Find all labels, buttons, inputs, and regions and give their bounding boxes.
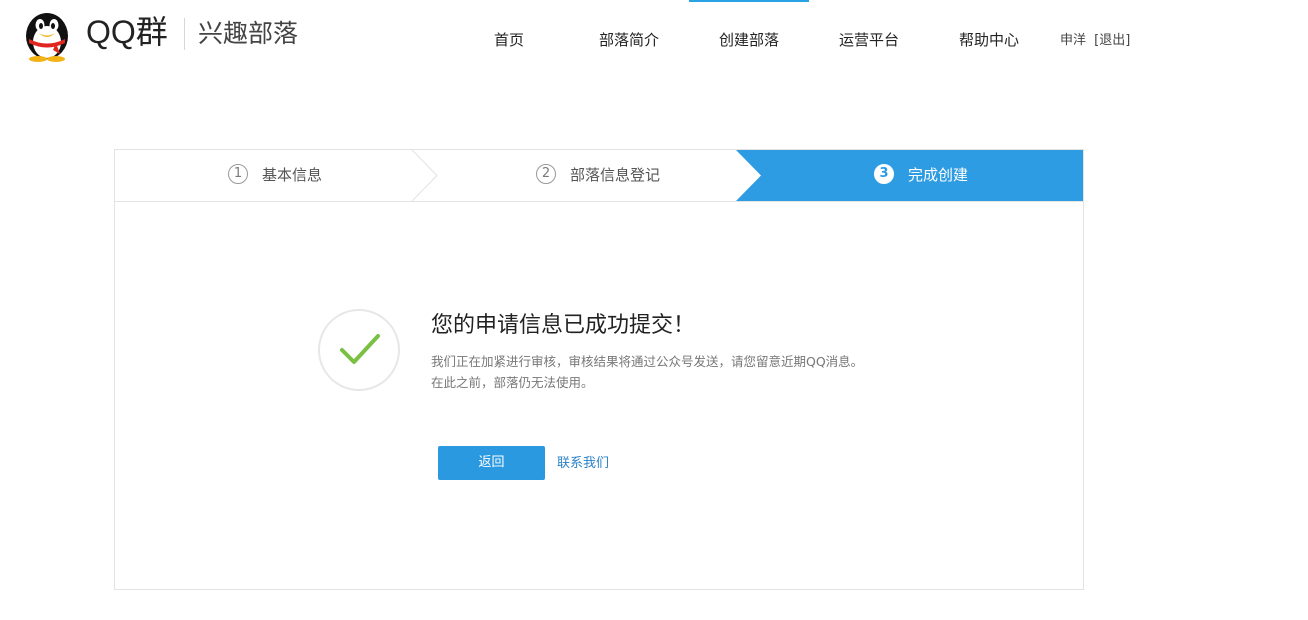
- step-number: 1: [228, 163, 248, 184]
- step-complete: 3 完成创建: [874, 150, 968, 201]
- success-description: 我们正在加紧进行审核，审核结果将通过公众号发送，请您留意近期QQ消息。 在此之前…: [431, 351, 895, 393]
- step-label: 基本信息: [262, 166, 323, 184]
- step-label: 完成创建: [908, 166, 969, 184]
- qq-penguin-logo[interactable]: [22, 6, 72, 62]
- brand-subtitle: 兴趣部落: [198, 19, 299, 48]
- nav-item-about[interactable]: 部落简介: [569, 0, 689, 80]
- description-line: 我们正在加紧进行审核，审核结果将通过公众号发送，请您留意近期QQ消息。: [431, 354, 864, 369]
- top-header: QQ群 兴趣部落 首页 部落简介 创建部落 运营平台 帮助中心 申洋 [退出]: [0, 0, 1308, 80]
- nav-item-operations[interactable]: 运营平台: [809, 0, 929, 80]
- back-button[interactable]: 返回: [438, 446, 545, 480]
- contact-us-link[interactable]: 联系我们: [557, 455, 609, 473]
- create-tribe-card: 1 基本信息 2 部落信息登记 3 完成创建 您的申请信息已成功提交！ 我们正在加紧进…: [114, 149, 1084, 590]
- check-icon: [340, 334, 380, 364]
- nav-item-create[interactable]: 创建部落: [689, 0, 809, 80]
- nav-item-home[interactable]: 首页: [449, 0, 569, 80]
- step-basic-info: 1 基本信息: [228, 150, 322, 201]
- user-name[interactable]: 申洋: [1060, 33, 1086, 48]
- success-title: 您的申请信息已成功提交！: [431, 313, 696, 338]
- description-line: 在此之前，部落仍无法使用。: [431, 375, 594, 390]
- success-icon-circle: [318, 309, 400, 391]
- brand-title[interactable]: QQ群: [86, 12, 168, 52]
- logout-link[interactable]: [退出]: [1094, 33, 1130, 48]
- user-info: 申洋 [退出]: [1060, 32, 1130, 50]
- brand-divider: [184, 18, 185, 50]
- progress-steps: 1 基本信息 2 部落信息登记 3 完成创建: [115, 150, 1083, 202]
- step-number: 3: [874, 163, 894, 184]
- step-label: 部落信息登记: [570, 166, 661, 184]
- step-tribe-registration: 2 部落信息登记: [536, 150, 660, 201]
- nav-item-help[interactable]: 帮助中心: [929, 0, 1049, 80]
- step-number: 2: [536, 163, 556, 184]
